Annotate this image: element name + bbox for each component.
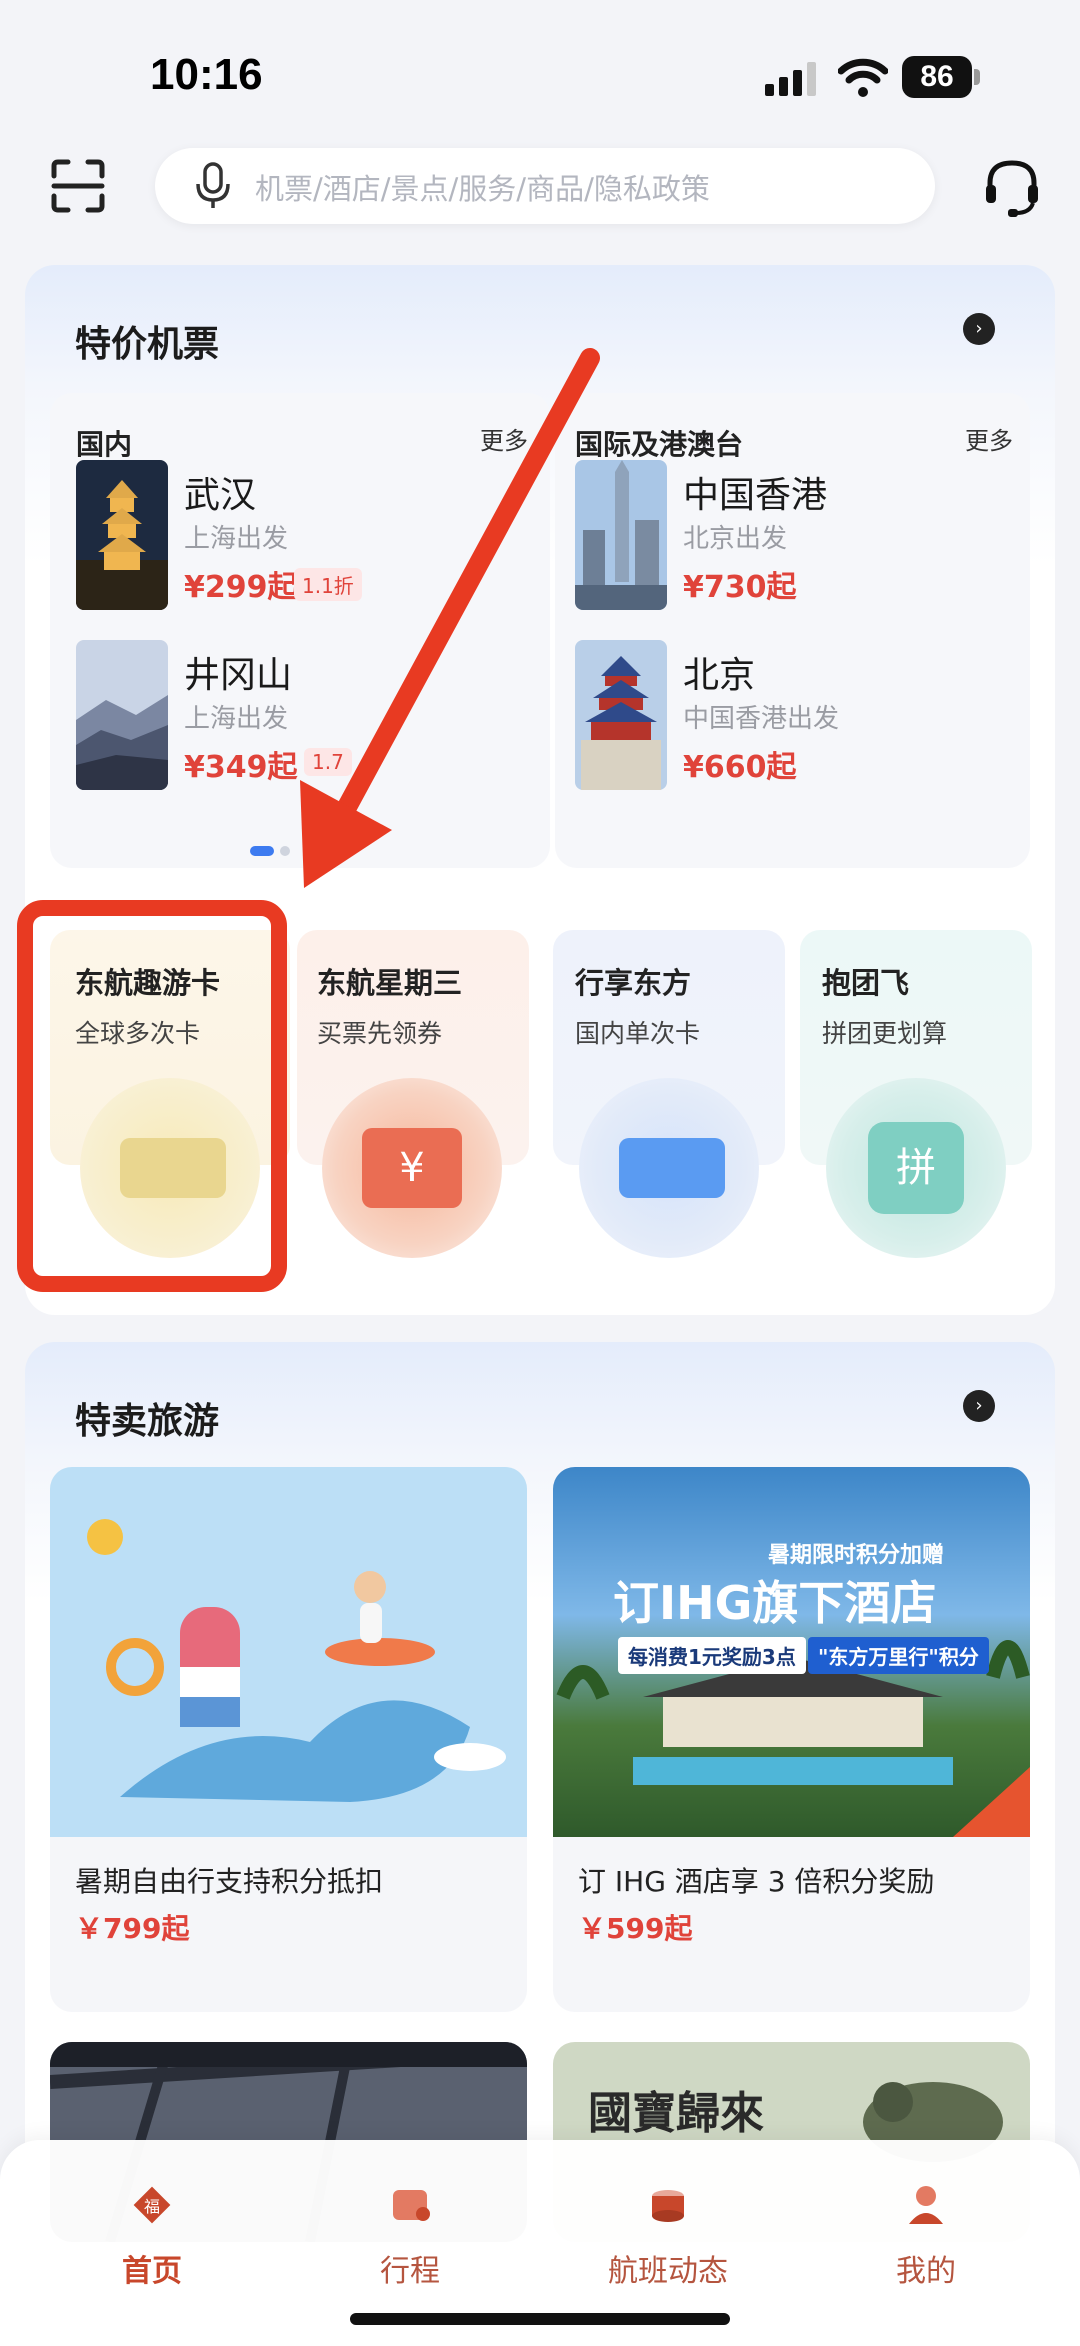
nav-item-flight-status[interactable]: 航班动态 (568, 2180, 768, 2290)
promo-subtitle: 买票先领券 (317, 1019, 443, 1048)
destination-city: 武汉 (184, 475, 257, 516)
more-link[interactable]: 更多 (480, 421, 528, 456)
panel-title: 国内 (76, 428, 133, 461)
ihg-hotel-banner-image: 暑期限时积分加赠 订IHG旗下酒店 每消费1元奖励3点 "东方万里行"积分 (553, 1467, 1030, 1837)
destination-city: 中国香港 (683, 475, 828, 516)
domestic-flights-panel: 国内 更多 武汉 上海出发 ¥299起 1.1折 井冈山 上海出发 ¥349起 … (50, 393, 550, 868)
panel-title: 国际及港澳台 (575, 428, 744, 461)
home-icon: 福 (133, 2186, 171, 2224)
promo-card-wednesday[interactable]: 东航星期三 买票先领券 ¥ (297, 930, 529, 1258)
promo-title: 东航星期三 (317, 966, 463, 1000)
ticket-icon: ¥ (322, 1078, 502, 1258)
nav-label: 我的 (896, 2254, 956, 2289)
price: ¥730起 (683, 570, 797, 605)
more-link[interactable]: 更多 (965, 421, 1013, 456)
departure-city: 北京出发 (683, 524, 788, 554)
price: ¥660起 (683, 750, 797, 785)
nav-item-profile[interactable]: 我的 (826, 2180, 1026, 2290)
departure-city: 上海出发 (184, 704, 289, 734)
banner-headline: 订IHG旗下酒店 (613, 1576, 937, 1630)
promo-card-domestic-pass[interactable]: 行享东方 国内单次卡 (553, 930, 785, 1258)
status-time: 10:16 (150, 50, 263, 99)
battery-icon: 86 (902, 56, 982, 98)
chevron-right-icon[interactable]: › (963, 1390, 995, 1422)
card-icon (579, 1078, 759, 1258)
list-item[interactable]: 井冈山 上海出发 ¥349起 1.7 (76, 640, 546, 790)
price: ￥599起 (578, 1912, 693, 1945)
nav-label: 航班动态 (608, 2254, 728, 2289)
destination-city: 井冈山 (184, 655, 293, 696)
tour-card-summer[interactable]: 暑期自由行支持积分抵扣 ￥799起 (50, 1467, 527, 2012)
promo-title: 行享东方 (575, 966, 692, 1000)
banner-offer-text: 每消费1元奖励3点 (618, 1637, 806, 1674)
carousel-dot-active (250, 846, 274, 856)
group-icon: 拼 (826, 1078, 1006, 1258)
search-placeholder[interactable]: 机票/酒店/景点/服务/商品/隐私政策 (255, 166, 710, 208)
search-bar[interactable]: 机票/酒店/景点/服务/商品/隐私政策 (155, 148, 935, 224)
battery-level: 86 (902, 56, 972, 98)
chevron-right-icon[interactable]: › (963, 313, 995, 345)
banner-subheadline: 暑期限时积分加赠 (768, 1543, 945, 1568)
promo-subtitle: 拼团更划算 (822, 1019, 948, 1048)
wifi-icon (838, 58, 888, 97)
price: ￥799起 (75, 1912, 190, 1945)
annotation-highlight-box (17, 900, 287, 1292)
nav-item-home[interactable]: 福 首页 (52, 2180, 252, 2290)
promo-card-group-flight[interactable]: 抱团飞 拼团更划算 拼 (800, 930, 1032, 1258)
hongkong-thumbnail (575, 460, 667, 610)
promo-subtitle: 国内单次卡 (575, 1019, 701, 1048)
summer-surf-banner-image (50, 1467, 527, 1837)
section-title: 特价机票 (75, 324, 220, 365)
wuhan-thumbnail (76, 460, 168, 610)
banner-headline: 國寶歸來 (588, 2088, 764, 2139)
profile-icon (909, 2186, 943, 2224)
carousel-dot (280, 846, 290, 856)
nav-item-trips[interactable]: 行程 (310, 2180, 510, 2290)
destination-city: 北京 (683, 655, 756, 696)
discount-badge: 1.1折 (294, 568, 362, 601)
customer-service-icon[interactable] (980, 155, 1044, 219)
ticket-icon (393, 2190, 430, 2221)
section-title: 特卖旅游 (75, 1401, 220, 1442)
cellular-signal-icon (765, 62, 816, 96)
beijing-thumbnail (575, 640, 667, 790)
banner-offer-tag: "东方万里行"积分 (808, 1637, 989, 1674)
departure-city: 中国香港出发 (683, 704, 840, 734)
svg-text:福: 福 (144, 2197, 160, 2216)
nav-label: 首页 (122, 2254, 182, 2289)
list-item[interactable]: 武汉 上海出发 ¥299起 1.1折 (76, 460, 546, 610)
nav-label: 行程 (380, 2254, 440, 2289)
discount-badge: 1.7 (304, 748, 352, 776)
list-item[interactable]: 北京 中国香港出发 ¥660起 (575, 640, 1025, 790)
departure-city: 上海出发 (184, 524, 289, 554)
home-indicator (350, 2313, 730, 2325)
tour-title: 暑期自由行支持积分抵扣 (75, 1865, 384, 1898)
tour-card-ihg[interactable]: 暑期限时积分加赠 订IHG旗下酒店 每消费1元奖励3点 "东方万里行"积分 订 … (553, 1467, 1030, 2012)
jinggangshan-thumbnail (76, 640, 168, 790)
tour-title: 订 IHG 酒店享 3 倍积分奖励 (578, 1865, 935, 1898)
drum-icon (652, 2190, 684, 2222)
promo-title: 抱团飞 (822, 966, 910, 1000)
list-item[interactable]: 中国香港 北京出发 ¥730起 (575, 460, 1025, 610)
price: ¥349起 (184, 750, 298, 785)
international-flights-panel: 国际及港澳台 更多 中国香港 北京出发 ¥730起 北京 中国香港出发 ¥660… (555, 393, 1030, 868)
scan-icon[interactable] (50, 158, 106, 214)
price: ¥299起 (184, 570, 298, 605)
microphone-icon[interactable] (193, 162, 233, 210)
